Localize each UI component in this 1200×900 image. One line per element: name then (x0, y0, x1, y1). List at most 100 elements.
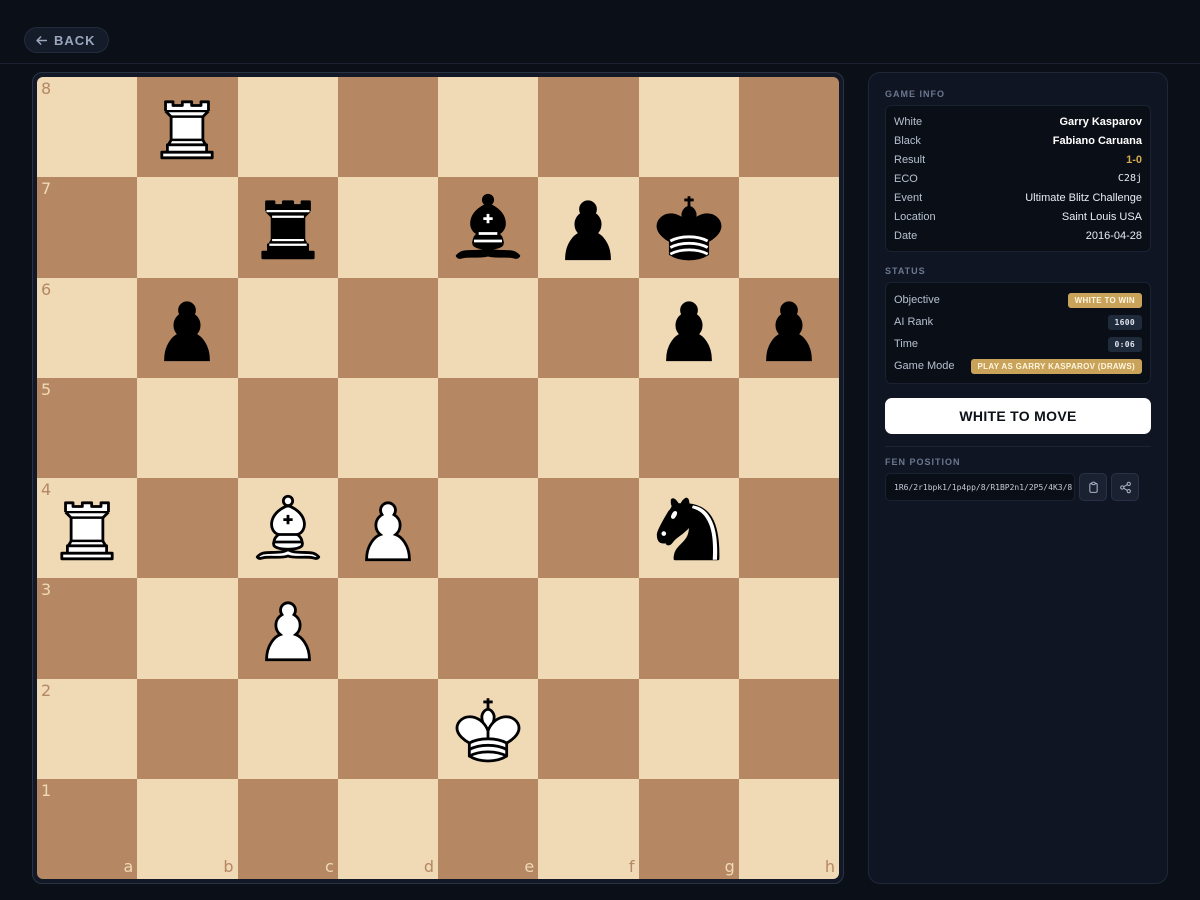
square-c3[interactable] (237, 578, 338, 679)
white-bishop-piece[interactable] (238, 478, 338, 578)
square-b5[interactable] (137, 377, 238, 478)
square-b7[interactable] (137, 177, 238, 278)
rank-label: 6 (41, 279, 52, 299)
fen-row: 1R6/2r1bpk1/1p4pp/8/R1BP2n1/2P5/4K3/8 (885, 473, 1151, 501)
square-b8[interactable] (137, 77, 238, 178)
square-g8[interactable] (638, 77, 739, 178)
square-e2[interactable] (438, 678, 539, 779)
square-e8[interactable] (438, 77, 539, 178)
black-pawn-piece[interactable] (639, 278, 739, 378)
square-c8[interactable] (237, 77, 338, 178)
square-b3[interactable] (137, 578, 238, 679)
square-d8[interactable] (337, 77, 438, 178)
square-h1[interactable]: h (738, 778, 839, 879)
white-king-piece[interactable] (438, 679, 538, 779)
square-g4[interactable] (638, 478, 739, 579)
black-king-piece[interactable] (639, 177, 739, 277)
square-a8[interactable]: 8 (37, 77, 138, 178)
square-e3[interactable] (438, 578, 539, 679)
square-b2[interactable] (137, 678, 238, 779)
white-rook-piece[interactable] (137, 77, 237, 177)
ai-rank-label: AI Rank (894, 316, 934, 328)
black-bishop-piece[interactable] (438, 177, 538, 277)
square-h2[interactable] (738, 678, 839, 779)
square-h6[interactable] (738, 277, 839, 378)
fen-field[interactable]: 1R6/2r1bpk1/1p4pp/8/R1BP2n1/2P5/4K3/8 (885, 473, 1075, 501)
date-label: Date (894, 229, 918, 242)
square-h4[interactable] (738, 478, 839, 579)
black-pawn-piece[interactable] (538, 177, 638, 277)
location-label: Location (894, 210, 936, 223)
back-button[interactable]: BACK (24, 27, 109, 53)
white-king-icon (455, 697, 521, 762)
square-h7[interactable] (738, 177, 839, 278)
black-rook-piece[interactable] (238, 177, 338, 277)
square-g3[interactable] (638, 578, 739, 679)
square-a4[interactable]: 4 (37, 478, 138, 579)
square-g5[interactable] (638, 377, 739, 478)
square-b1[interactable]: b (137, 778, 238, 879)
square-a5[interactable]: 5 (37, 377, 138, 478)
square-g6[interactable] (638, 277, 739, 378)
square-a1[interactable]: 1a (37, 778, 138, 879)
square-h5[interactable] (738, 377, 839, 478)
square-f6[interactable] (538, 277, 639, 378)
chess-board[interactable]: 8 7 6 54 3 2 1 a b c d e f g h (37, 77, 839, 879)
square-e1[interactable]: e (438, 778, 539, 879)
square-a3[interactable]: 3 (37, 578, 138, 679)
square-c6[interactable] (237, 277, 338, 378)
square-g1[interactable]: g (638, 778, 739, 879)
square-f2[interactable] (538, 678, 639, 779)
share-button[interactable] (1111, 473, 1139, 501)
square-e7[interactable] (438, 177, 539, 278)
square-f4[interactable] (538, 478, 639, 579)
square-d5[interactable] (337, 377, 438, 478)
square-b6[interactable] (137, 277, 238, 378)
square-a6[interactable]: 6 (37, 277, 138, 378)
square-c2[interactable] (237, 678, 338, 779)
black-pawn-piece[interactable] (137, 278, 237, 378)
square-f5[interactable] (538, 377, 639, 478)
square-h3[interactable] (738, 578, 839, 679)
square-e4[interactable] (438, 478, 539, 579)
square-f7[interactable] (538, 177, 639, 278)
square-g2[interactable] (638, 678, 739, 779)
copy-fen-button[interactable] (1079, 473, 1107, 501)
square-b4[interactable] (137, 478, 238, 579)
square-g7[interactable] (638, 177, 739, 278)
black-knight-piece[interactable] (639, 478, 739, 578)
white-pawn-piece[interactable] (238, 578, 338, 678)
black-pawn-icon (164, 301, 211, 361)
square-a2[interactable]: 2 (37, 678, 138, 779)
white-rook-piece[interactable] (37, 478, 137, 578)
divider (885, 446, 1151, 447)
square-c7[interactable] (237, 177, 338, 278)
black-rook-icon (261, 200, 315, 260)
objective-badge: WHITE TO WIN (1067, 292, 1142, 308)
square-d6[interactable] (337, 277, 438, 378)
black-pawn-piece[interactable] (739, 278, 839, 378)
turn-indicator-button[interactable]: WHITE TO MOVE (885, 398, 1151, 434)
square-f1[interactable]: f (538, 778, 639, 879)
square-c5[interactable] (237, 377, 338, 478)
square-d3[interactable] (337, 578, 438, 679)
square-e6[interactable] (438, 277, 539, 378)
square-f8[interactable] (538, 77, 639, 178)
square-d4[interactable] (337, 478, 438, 579)
file-label: e (524, 857, 535, 876)
black-label: Black (894, 134, 921, 147)
event-value: Ultimate Blitz Challenge (1025, 191, 1142, 204)
white-pawn-piece[interactable] (338, 478, 438, 578)
square-d2[interactable] (337, 678, 438, 779)
result-row: Result 1-0 (894, 150, 1142, 169)
square-d7[interactable] (337, 177, 438, 278)
square-e5[interactable] (438, 377, 539, 478)
square-h8[interactable] (738, 77, 839, 178)
square-d1[interactable]: d (337, 778, 438, 879)
square-c1[interactable]: c (237, 778, 338, 879)
square-a7[interactable]: 7 (37, 177, 138, 278)
clipboard-icon (1088, 481, 1098, 493)
square-f3[interactable] (538, 578, 639, 679)
ai-rank-row: AI Rank 1600 (894, 311, 1142, 333)
square-c4[interactable] (237, 478, 338, 579)
